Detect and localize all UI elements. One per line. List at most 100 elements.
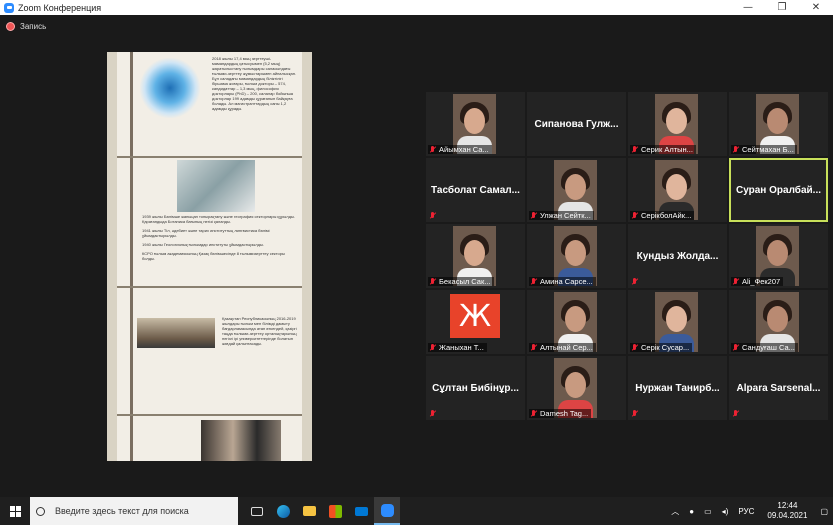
search-placeholder: Введите здесь текст для поиска — [55, 506, 189, 516]
participant-name-label: Ali_Фек207 — [731, 277, 784, 286]
maximize-button[interactable]: ❐ — [765, 0, 799, 15]
participant-tile[interactable]: Ali_Фек207 — [729, 224, 828, 288]
participant-status — [428, 212, 442, 220]
notifications-icon[interactable]: ▢ — [820, 507, 828, 516]
participant-name-label: Сандуғаш Са... — [731, 343, 798, 352]
participant-name: Бекасыл Сак... — [439, 277, 491, 286]
muted-mic-icon — [530, 409, 538, 418]
participant-name: Улжан Сейтк... — [540, 211, 591, 220]
participant-video-face — [464, 108, 485, 134]
slide-text-1: 2018 жылы 17,4 мың зерттеуші-мамандардың… — [212, 56, 297, 111]
participant-tile[interactable]: Айымхан Са... — [426, 92, 525, 156]
participant-name-label: Алтынай Сер... — [529, 343, 596, 352]
participant-name: Серік Сусар... — [641, 343, 690, 352]
participant-video-face — [565, 240, 586, 266]
clock[interactable]: 12:44 09.04.2021 — [767, 501, 807, 521]
participant-status — [630, 278, 644, 286]
start-button[interactable] — [0, 497, 30, 525]
participant-name-label: Жаныхан Т... — [428, 343, 487, 352]
participant-tile[interactable]: Алтынай Сер... — [527, 290, 626, 354]
language-indicator[interactable]: РУС — [738, 507, 754, 516]
slide-bullet-3: 1940 жылы Геологиялық ғылымдар институты… — [142, 242, 264, 247]
muted-mic-icon — [429, 277, 437, 286]
task-view-icon[interactable] — [244, 497, 270, 525]
muted-mic-icon — [732, 277, 740, 286]
participant-tile[interactable]: Damesh Tag... — [527, 356, 626, 420]
participant-name: Жаныхан Т... — [439, 343, 484, 352]
participant-tile[interactable]: Серик Алтын... — [628, 92, 727, 156]
participant-name: Сипанова Гулж... — [534, 118, 619, 130]
participant-video-face — [464, 240, 485, 266]
participant-video-face — [666, 174, 687, 200]
store-icon[interactable] — [322, 497, 348, 525]
muted-mic-icon — [631, 343, 639, 352]
slide-image-people — [201, 420, 281, 461]
participant-tile[interactable]: Сипанова Гулж... — [527, 92, 626, 156]
participant-tile[interactable]: Ж Жаныхан Т... — [426, 290, 525, 354]
participant-tile[interactable]: Улжан Сейтк... — [527, 158, 626, 222]
participant-tile[interactable]: Бекасыл Сак... — [426, 224, 525, 288]
muted-mic-icon — [429, 410, 437, 418]
participant-tile[interactable]: Сандуғаш Са... — [729, 290, 828, 354]
zoom-taskbar-icon[interactable] — [374, 497, 400, 525]
close-button[interactable]: ✕ — [799, 0, 833, 15]
participant-tile[interactable]: Сейтмахан Б... — [729, 92, 828, 156]
participant-name: Ali_Фек207 — [742, 277, 781, 286]
participant-tile[interactable]: СерікболАйк... — [628, 158, 727, 222]
search-icon — [36, 506, 45, 516]
windows-taskbar: Введите здесь текст для поиска ︿ ● ▭ ◂) … — [0, 497, 833, 525]
slide-bullet-4: КСРО ғылым академиясының Қазақ бөлімшесі… — [142, 251, 285, 261]
participant-name-label: Улжан Сейтк... — [529, 211, 594, 220]
participant-name: Алтынай Сер... — [540, 343, 593, 352]
muted-mic-icon — [631, 211, 639, 220]
clock-time: 12:44 — [777, 501, 798, 510]
network-icon[interactable]: ▭ — [704, 507, 712, 516]
zoom-app-icon — [4, 2, 14, 13]
slide-bullet-1: 1939 жылы Бөлімше жаныңан топырақтану жә… — [142, 214, 295, 224]
participant-tile[interactable]: Серік Сусар... — [628, 290, 727, 354]
participant-gallery: Айымхан Са... Сипанова Гулж... Серик Алтын… — [426, 92, 828, 420]
participant-name: Сандуғаш Са... — [742, 343, 795, 352]
muted-mic-icon — [530, 343, 538, 352]
participant-tile[interactable]: Тасболат Самал... — [426, 158, 525, 222]
chevron-up-icon[interactable]: ︿ — [671, 506, 679, 517]
clock-date: 09.04.2021 — [767, 511, 808, 520]
participant-video-face — [565, 306, 586, 332]
minimize-button[interactable]: — — [731, 0, 765, 15]
muted-mic-icon — [530, 277, 538, 286]
taskbar-search[interactable]: Введите здесь текст для поиска — [30, 497, 238, 525]
muted-mic-icon — [631, 145, 639, 154]
muted-mic-icon — [631, 278, 639, 286]
system-tray: ︿ ● ▭ ◂) РУС 12:44 09.04.2021 ▢ — [666, 497, 833, 525]
slide-image-laboratory — [177, 160, 255, 212]
mail-icon[interactable] — [348, 497, 374, 525]
participant-name-label: Айымхан Са... — [428, 145, 492, 154]
participant-tile[interactable]: Сұлтан Бибінұр... — [426, 356, 525, 420]
shared-document: 2018 жылы 17,4 мың зерттеуші-мамандардың… — [117, 52, 302, 461]
participant-video-face — [767, 306, 788, 332]
participant-tile[interactable]: Кундыз Жолда... — [628, 224, 727, 288]
title-bar: Zoom Конференция — ❐ ✕ — [0, 0, 833, 15]
participant-tile[interactable]: Нуржан Танирб... — [628, 356, 727, 420]
participant-name: Амина Сарсе... — [540, 277, 593, 286]
window-controls: — ❐ ✕ — [731, 0, 833, 15]
recording-indicator[interactable]: Запись — [6, 22, 46, 31]
participant-name: Суран Оралбай... — [735, 184, 822, 196]
file-explorer-icon[interactable] — [296, 497, 322, 525]
microphone-icon[interactable]: ● — [689, 507, 694, 516]
participant-video-face — [767, 108, 788, 134]
slide-bullet-2: 1941 жылы Тіл, әдебиет және тарих инстит… — [142, 228, 270, 238]
participant-video-face — [767, 240, 788, 266]
participant-tile[interactable]: Суран Оралбай... — [729, 158, 828, 222]
participant-avatar: Ж — [450, 294, 500, 338]
volume-icon[interactable]: ◂) — [722, 507, 729, 516]
participant-video-face — [666, 108, 687, 134]
recording-label: Запись — [20, 22, 47, 31]
shared-screen: 2018 жылы 17,4 мың зерттеуші-мамандардың… — [107, 52, 312, 461]
participant-tile[interactable]: Alpara Sarsenal... — [729, 356, 828, 420]
edge-browser-icon[interactable] — [270, 497, 296, 525]
participant-tile[interactable]: Амина Сарсе... — [527, 224, 626, 288]
muted-mic-icon — [429, 145, 437, 154]
participant-name-label: Бекасыл Сак... — [428, 277, 494, 286]
participant-status — [630, 410, 644, 418]
